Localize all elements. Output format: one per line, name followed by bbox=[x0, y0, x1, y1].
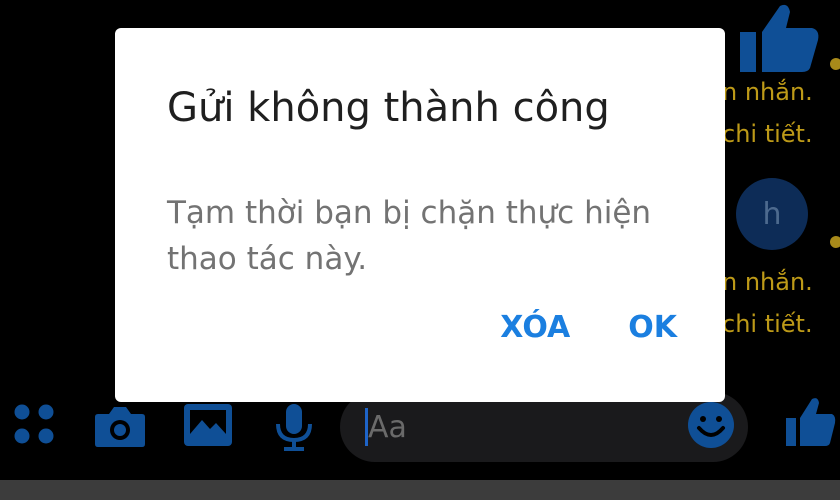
status-dot bbox=[830, 58, 840, 70]
avatar-letter: h bbox=[762, 196, 782, 232]
status-dot bbox=[830, 236, 840, 248]
message-snippet: chi tiết. bbox=[722, 310, 813, 338]
thumbs-up-icon bbox=[740, 4, 819, 73]
delete-button[interactable]: XÓA bbox=[500, 310, 570, 346]
camera-icon[interactable] bbox=[94, 404, 146, 448]
message-input[interactable] bbox=[368, 400, 668, 454]
message-snippet: chi tiết. bbox=[722, 120, 813, 148]
image-icon[interactable] bbox=[182, 402, 234, 448]
bottom-strip bbox=[0, 480, 840, 500]
dialog-actions: XÓA OK bbox=[500, 310, 677, 346]
emoji-icon[interactable] bbox=[686, 400, 736, 450]
message-snippet: n nhắn. bbox=[722, 78, 813, 106]
menu-grid-icon[interactable] bbox=[12, 402, 56, 446]
dialog-title: Gửi không thành công bbox=[167, 85, 610, 131]
thumbs-up-icon[interactable] bbox=[784, 396, 836, 448]
avatar: h bbox=[736, 178, 808, 250]
microphone-icon[interactable] bbox=[272, 402, 316, 452]
messenger-screen: n nhắn. chi tiết. h n nhắn. chi tiết. Aa… bbox=[0, 0, 840, 500]
message-snippet: n nhắn. bbox=[722, 268, 813, 296]
ok-button[interactable]: OK bbox=[628, 310, 677, 346]
dialog-message: Tạm thời bạn bị chặn thực hiện thao tác … bbox=[167, 195, 652, 277]
error-dialog: Gửi không thành công Tạm thời bạn bị chặ… bbox=[115, 28, 725, 402]
